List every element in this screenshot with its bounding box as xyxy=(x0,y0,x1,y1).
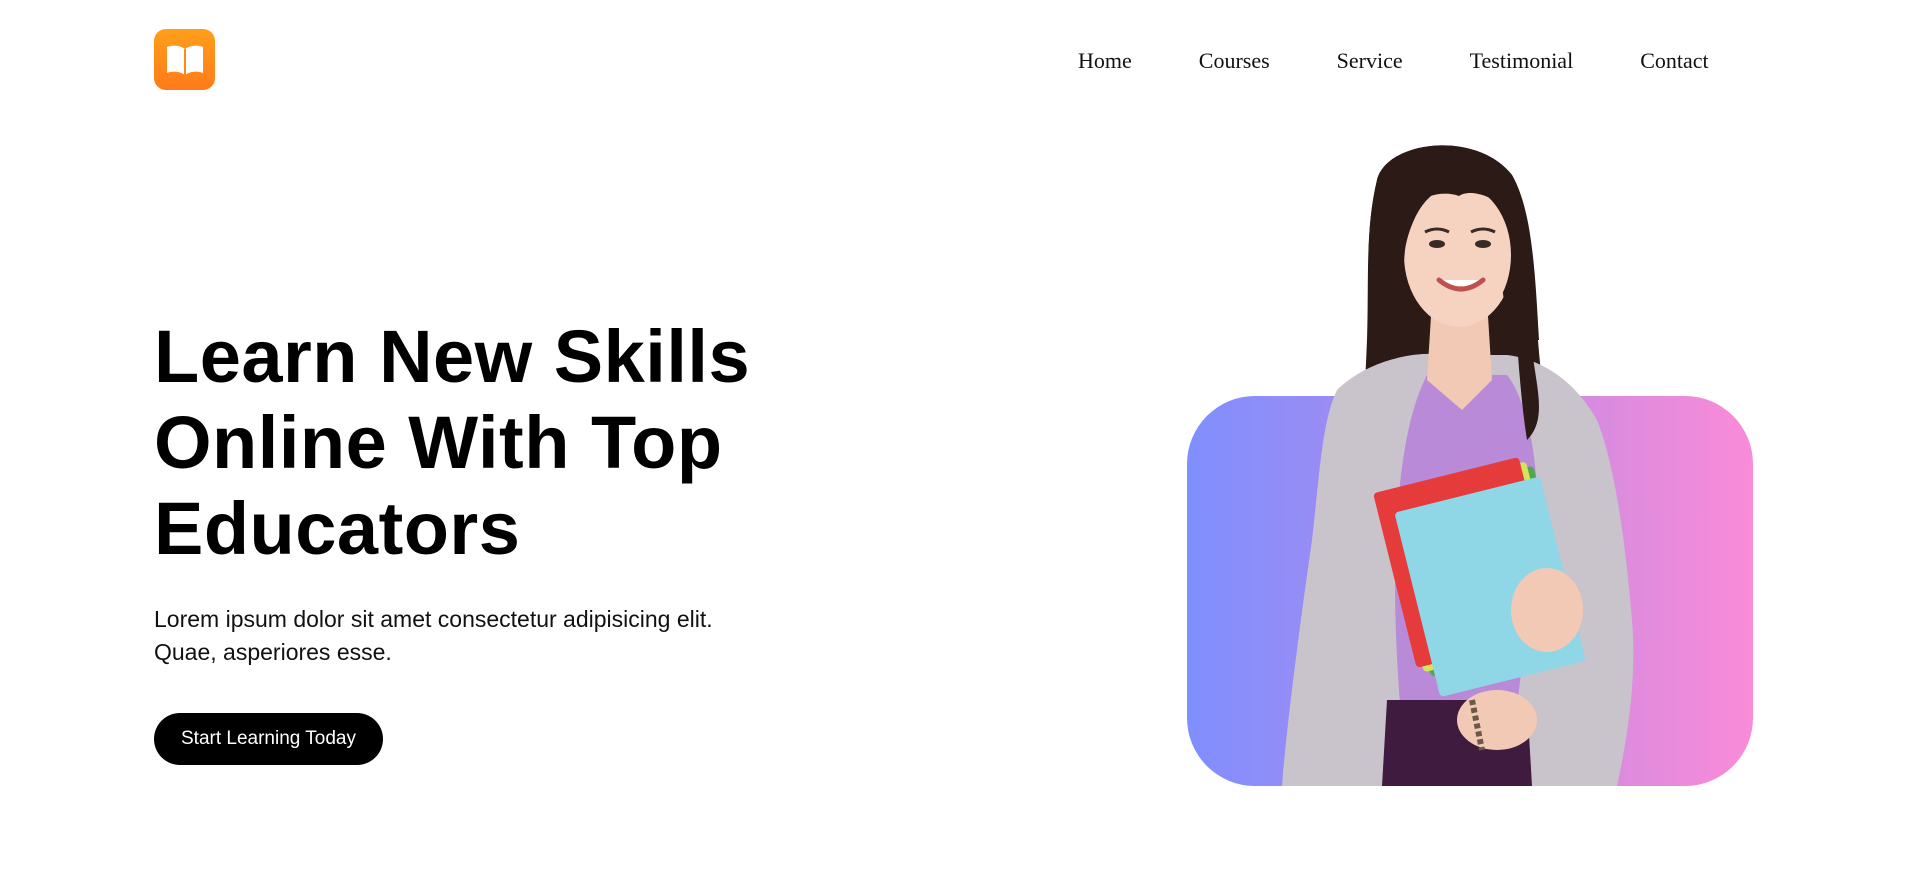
hero-visual xyxy=(1187,140,1753,786)
hero-description: Lorem ipsum dolor sit amet consectetur a… xyxy=(154,603,794,669)
nav-home-link[interactable]: Home xyxy=(1078,48,1132,74)
logo[interactable] xyxy=(154,29,215,90)
nav-courses-link[interactable]: Courses xyxy=(1199,48,1270,74)
start-learning-button[interactable]: Start Learning Today xyxy=(154,713,383,765)
hero-title-line: Educators xyxy=(154,487,521,570)
hero-description-line: Lorem ipsum dolor sit amet consectetur a… xyxy=(154,606,713,632)
hero-title: Learn New Skills Online With Top Educato… xyxy=(154,314,834,572)
nav-service-link[interactable]: Service xyxy=(1337,48,1403,74)
nav-testimonial-link[interactable]: Testimonial xyxy=(1470,48,1574,74)
open-book-icon xyxy=(166,45,203,75)
student-woman-image xyxy=(1282,145,1634,786)
hero-title-line: Learn New Skills xyxy=(154,315,751,398)
hero-description-line: Quae, asperiores esse. xyxy=(154,639,392,665)
nav-contact-link[interactable]: Contact xyxy=(1640,48,1708,74)
main-nav: Home Courses Service Testimonial Contact xyxy=(1078,44,1709,78)
hero-title-line: Online With Top xyxy=(154,401,723,484)
